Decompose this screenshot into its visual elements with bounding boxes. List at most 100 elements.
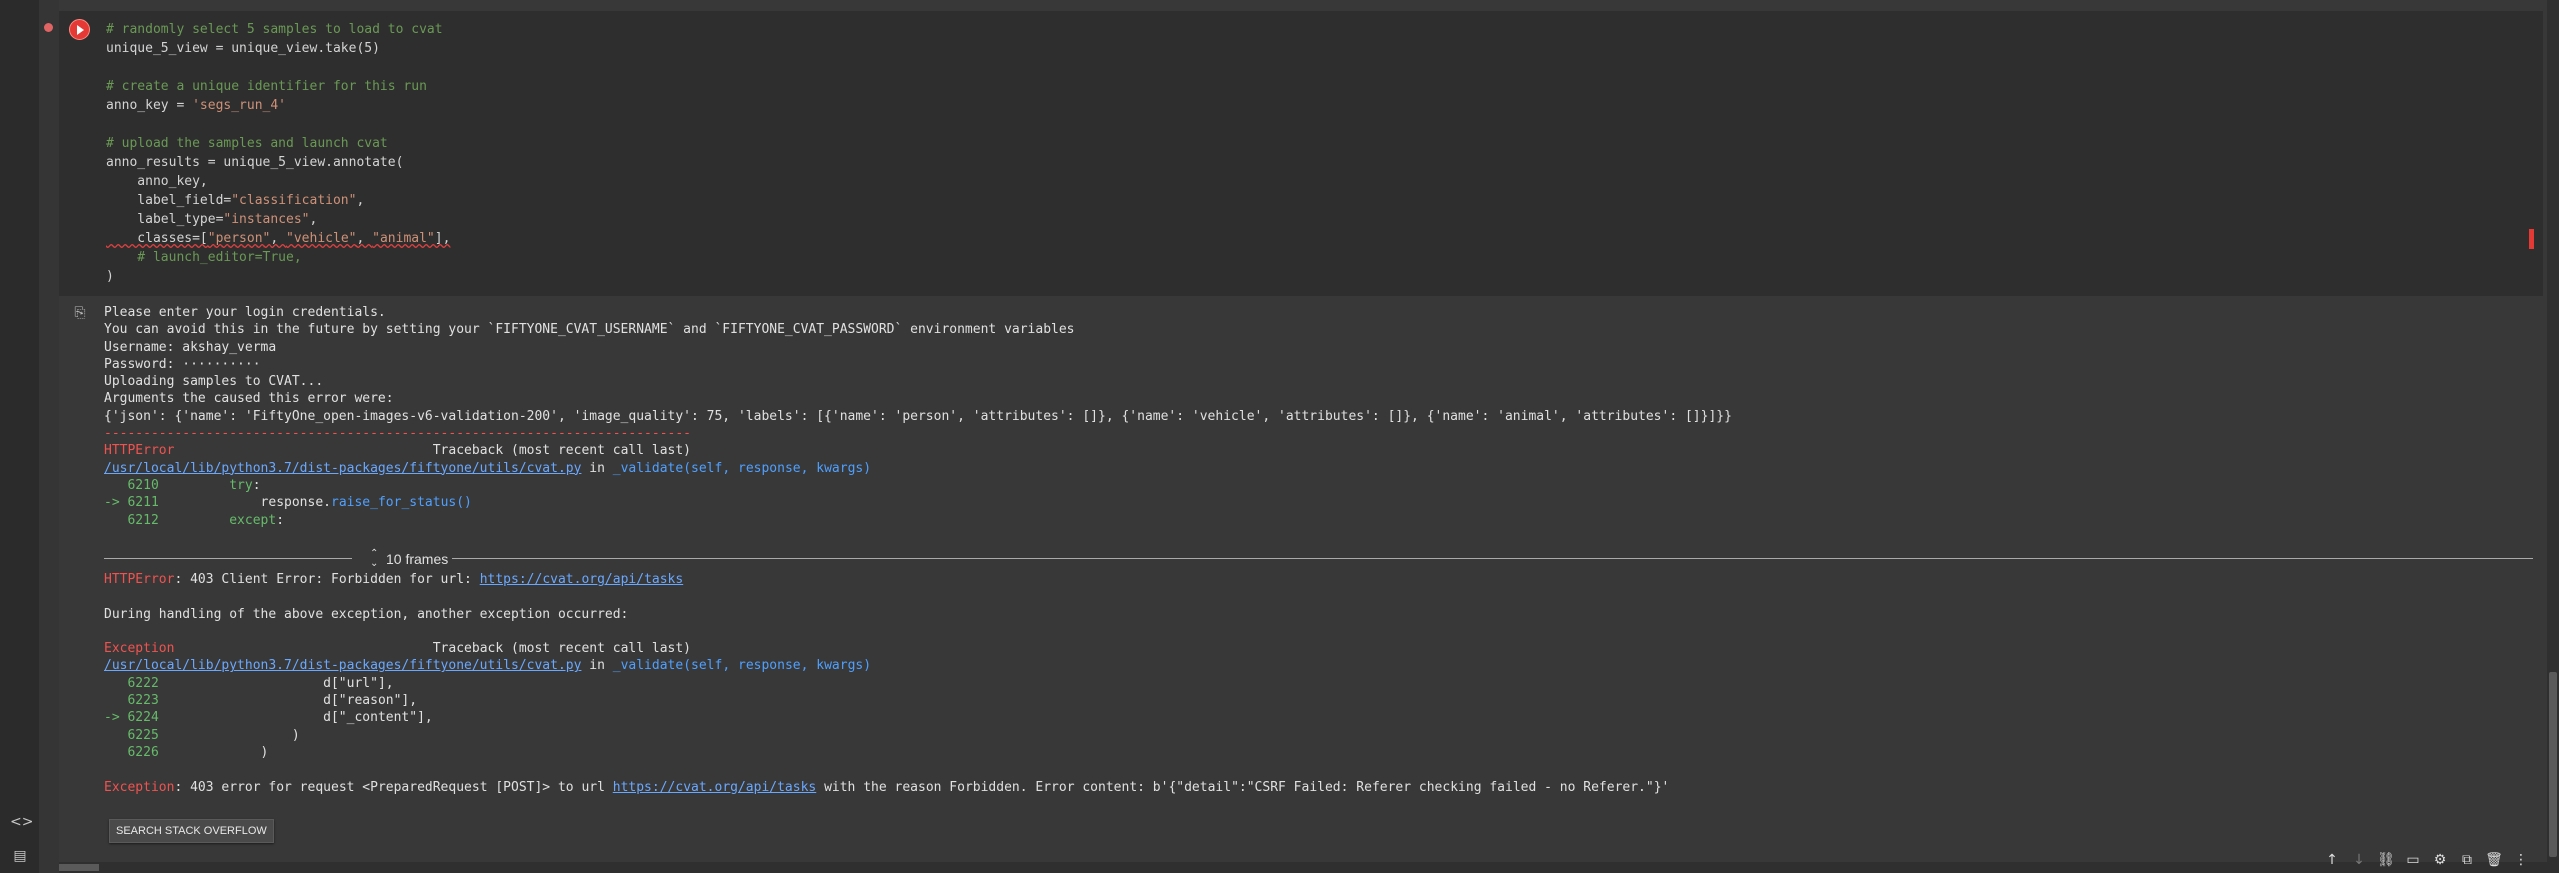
text-token: Exception <box>104 641 175 657</box>
text-token: Uploading samples to CVAT... <box>104 374 324 390</box>
code-snippets-icon[interactable]: <> <box>10 812 33 832</box>
output-line: Uploading samples to CVAT... <box>104 373 1732 390</box>
text-token: 6212 <box>104 512 230 528</box>
text-token: Exception <box>104 779 175 795</box>
frames-label[interactable]: 10 frames <box>386 548 448 570</box>
code-line: # launch_editor=True, <box>106 248 450 267</box>
code-line: unique_5_view = unique_view.take(5) <box>106 39 450 58</box>
search-stack-overflow-button[interactable]: SEARCH STACK OVERFLOW <box>109 819 274 843</box>
text-token: "vehicle" <box>286 231 357 246</box>
text-token: , <box>270 231 287 246</box>
output-line: {'json': {'name': 'FiftyOne_open-images-… <box>104 408 1732 425</box>
text-token: : <box>276 512 285 528</box>
text-token: 6210 <box>104 477 230 493</box>
output-line: Arguments the caused this error were: <box>104 390 1732 407</box>
output-clear-icon[interactable]: ⎘ <box>72 305 88 321</box>
output-line: /usr/local/lib/python3.7/dist-packages/f… <box>104 460 1732 477</box>
text-token: (self, response, kwargs) <box>683 658 872 674</box>
code-line: classes=["person", "vehicle", "animal"], <box>106 229 450 248</box>
run-cell-button[interactable] <box>69 19 90 40</box>
code-line: ) <box>106 267 450 286</box>
text-token: , <box>309 212 318 227</box>
output-line: Password: ·········· <box>104 356 1732 373</box>
text-token: anno_key, <box>106 174 208 189</box>
text-token: Password: ·········· <box>104 356 261 372</box>
code-line: anno_results = unique_5_view.annotate( <box>106 153 450 172</box>
code-line: label_field="classification", <box>106 191 450 210</box>
code-line: anno_key, <box>106 172 450 191</box>
text-token: ) <box>106 269 114 284</box>
error-scroll-marker <box>2529 229 2534 249</box>
output-line: Exception Traceback (most recent call la… <box>104 640 1669 657</box>
expand-frames-icon[interactable]: ⌃ ⌄ <box>370 549 380 569</box>
text-token: 6223 <box>104 693 324 709</box>
text-token: anno_key = <box>106 98 193 113</box>
text-token: 6226 <box>104 744 261 760</box>
text-token: classes=[ <box>106 231 208 246</box>
cell-gutter <box>39 0 59 873</box>
comment-icon[interactable]: ▭ <box>2403 850 2423 870</box>
output-exception: HTTPError: 403 Client Error: Forbidden f… <box>104 571 1669 796</box>
output-traceback: Please enter your login credentials. You … <box>104 304 1732 529</box>
terminal-icon[interactable]: ▤ <box>10 846 30 866</box>
output-line: 6212 except: <box>104 512 1732 529</box>
text-token: HTTPError <box>104 443 175 459</box>
text-token: # launch_editor=True, <box>106 250 302 265</box>
text-token: "animal" <box>372 231 435 246</box>
vertical-scroll-thumb[interactable] <box>2549 672 2557 857</box>
text-token: d["_content"], <box>323 710 433 726</box>
code-line: # upload the samples and launch cvat <box>106 134 450 153</box>
file-link[interactable]: https://cvat.org/api/tasks <box>613 780 817 795</box>
text-token: label_type= <box>106 212 224 227</box>
text-token: Please enter your login credentials. <box>104 305 386 320</box>
cell-toolbar: ↑ ↓ ⛓ ▭ ⚙ ⧉ 🗑 ⋮ <box>2322 849 2531 871</box>
text-token: -> 6224 <box>104 710 324 726</box>
output-line: You can avoid this in the future by sett… <box>104 321 1732 338</box>
text-token: response <box>260 495 324 511</box>
text-token: 6222 <box>104 675 324 691</box>
text-token: d["reason"], <box>323 693 418 709</box>
output-line: 6225 ) <box>104 727 1669 744</box>
text-token: : 403 error for request <PreparedRequest… <box>174 779 613 795</box>
output-line: /usr/local/lib/python3.7/dist-packages/f… <box>104 657 1669 674</box>
left-rail: <> ▤ <box>0 0 40 873</box>
file-link[interactable]: /usr/local/lib/python3.7/dist-packages/f… <box>104 461 581 476</box>
code-line: # randomly select 5 samples to load to c… <box>106 20 450 39</box>
text-token: {'json': {'name': 'FiftyOne_open-images-… <box>104 408 1732 424</box>
link-icon[interactable]: ⛓ <box>2376 850 2396 870</box>
text-token: . <box>323 495 331 511</box>
move-up-icon[interactable]: ↑ <box>2322 850 2342 870</box>
code-editor[interactable]: # randomly select 5 samples to load to c… <box>106 20 450 286</box>
horizontal-scroll-thumb[interactable] <box>59 864 99 871</box>
more-icon[interactable]: ⋮ <box>2511 850 2531 870</box>
settings-icon[interactable]: ⚙ <box>2430 850 2450 870</box>
output-line: 6226 ) <box>104 744 1669 761</box>
delete-icon[interactable]: 🗑 <box>2484 850 2504 870</box>
output-line: -> 6224 d["_content"], <box>104 709 1669 726</box>
frames-toggle[interactable]: ⌃ ⌄ 10 frames <box>104 548 2533 570</box>
frames-divider-right <box>452 558 2533 559</box>
horizontal-scrollbar[interactable] <box>59 862 2547 873</box>
output-line: During handling of the above exception, … <box>104 606 1669 623</box>
output-line: Please enter your login credentials. <box>104 304 1732 321</box>
text-token: _validate <box>612 460 684 476</box>
file-link[interactable]: /usr/local/lib/python3.7/dist-packages/f… <box>104 658 581 673</box>
text-token: ----------------------------------------… <box>104 426 691 442</box>
text-token: in <box>581 460 613 476</box>
text-token: _validate <box>612 658 684 674</box>
code-line: label_type="instances", <box>106 210 450 229</box>
file-link[interactable]: https://cvat.org/api/tasks <box>480 572 684 587</box>
code-line: # create a unique identifier for this ru… <box>106 77 450 96</box>
mirror-cell-icon[interactable]: ⧉ <box>2457 850 2477 870</box>
move-down-icon[interactable]: ↓ <box>2349 850 2369 870</box>
error-indicator-icon <box>44 23 53 32</box>
text-token: Traceback (most recent call last) <box>174 641 692 657</box>
text-token: unique_5_view = unique_view.take(5) <box>106 41 380 56</box>
output-line: HTTPError Traceback (most recent call la… <box>104 442 1732 459</box>
text-token: () <box>456 495 472 511</box>
text-token: # upload the samples and launch cvat <box>106 136 388 151</box>
text-token: 'segs_run_4' <box>192 98 287 113</box>
